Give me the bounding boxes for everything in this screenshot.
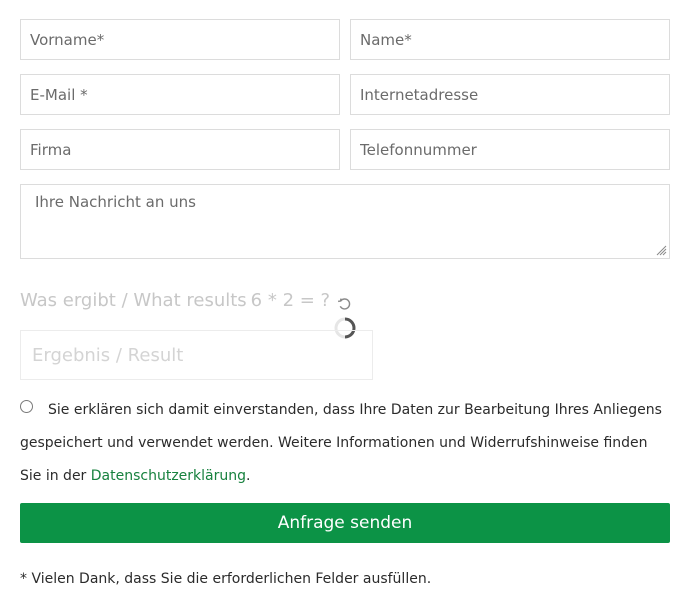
email-input[interactable] — [30, 85, 330, 104]
refresh-icon[interactable] — [336, 295, 353, 312]
required-fields-note: * Vielen Dank, dass Sie die erforderlich… — [20, 571, 432, 587]
first-name-input[interactable] — [30, 30, 330, 49]
website-input[interactable] — [360, 85, 660, 104]
privacy-policy-link[interactable]: Datenschutzerklärung — [91, 468, 246, 484]
captcha-result-field-wrap — [20, 330, 373, 380]
website-field-wrap — [350, 74, 670, 115]
phone-field-wrap — [350, 129, 670, 170]
captcha-question: Was ergibt / What results 6 * 2 = ? — [20, 289, 353, 312]
resize-grip-icon[interactable] — [655, 244, 667, 256]
consent-text: Sie erklären sich damit einverstanden, d… — [20, 394, 672, 493]
last-name-field-wrap — [350, 19, 670, 60]
captcha-question-text: Was ergibt / What results — [20, 290, 247, 311]
consent-block: Sie erklären sich damit einverstanden, d… — [20, 394, 672, 493]
company-input[interactable] — [30, 140, 330, 159]
message-field-wrap — [20, 184, 670, 259]
last-name-input[interactable] — [360, 30, 660, 49]
first-name-field-wrap — [20, 19, 340, 60]
captcha-equation: 6 * 2 = ? — [250, 290, 331, 311]
submit-button[interactable]: Anfrage senden — [20, 503, 670, 543]
company-field-wrap — [20, 129, 340, 170]
captcha-result-input[interactable] — [30, 343, 363, 367]
email-field-wrap — [20, 74, 340, 115]
consent-text-suffix: . — [246, 468, 251, 484]
phone-input[interactable] — [360, 140, 660, 159]
consent-radio[interactable] — [20, 400, 33, 413]
message-textarea[interactable] — [21, 185, 669, 258]
